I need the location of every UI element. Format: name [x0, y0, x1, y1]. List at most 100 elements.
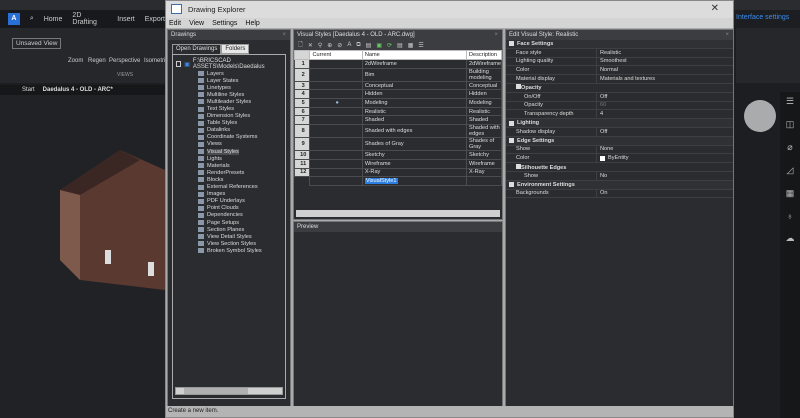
- tree-item[interactable]: View Detail Styles: [176, 233, 282, 240]
- property-row[interactable]: Backgrounds On: [506, 189, 733, 199]
- table-row[interactable]: 4 Hidden Hidden: [293, 89, 503, 100]
- blocks-icon[interactable]: ▦: [786, 188, 795, 199]
- delete-icon[interactable]: ✕: [308, 42, 313, 49]
- tab-insert[interactable]: Insert: [117, 16, 135, 23]
- cloud-icon[interactable]: ☁: [786, 233, 795, 244]
- tree-item[interactable]: Images: [176, 191, 282, 198]
- attach-icon[interactable]: ⌀: [787, 142, 792, 153]
- tab-home[interactable]: Home: [44, 16, 63, 23]
- tab-start[interactable]: Start: [22, 87, 35, 93]
- horizontal-scrollbar[interactable]: [175, 387, 283, 395]
- collapse-icon[interactable]: [509, 182, 514, 188]
- property-row[interactable]: Material display Materials and textures: [506, 75, 733, 84]
- table-row[interactable]: 1 2dWireframe 2dWireframe: [293, 59, 503, 69]
- tree-item[interactable]: RenderPresets: [176, 169, 282, 176]
- tree-item[interactable]: Page Setups: [176, 219, 282, 226]
- tree-item[interactable]: View Section Styles: [176, 240, 282, 247]
- tree-item[interactable]: Blocks: [176, 176, 282, 183]
- search-icon[interactable]: ⊕: [327, 42, 332, 49]
- tree-item[interactable]: Section Planes: [176, 226, 282, 233]
- property-category[interactable]: Silhouette Edges: [506, 163, 733, 172]
- horizontal-scrollbar[interactable]: [296, 210, 500, 217]
- tree-item[interactable]: Dependencies: [176, 212, 282, 219]
- table-row[interactable]: 8 Shaded with edges Shaded with edges: [293, 124, 503, 139]
- menu-edit[interactable]: Edit: [169, 20, 181, 27]
- tree-item[interactable]: Datalinks: [176, 127, 282, 134]
- collapse-icon[interactable]: [509, 138, 514, 144]
- property-row[interactable]: Color Normal: [506, 66, 733, 76]
- new-item-row[interactable]: VisualStyle1: [295, 176, 503, 186]
- tree-item[interactable]: Text Styles: [176, 105, 282, 112]
- tree-item[interactable]: Layer States: [176, 77, 282, 84]
- column-current[interactable]: Current: [309, 50, 363, 60]
- interface-settings-link[interactable]: Interface settings: [736, 14, 789, 21]
- tree-item[interactable]: Multileader Styles: [176, 98, 282, 105]
- column-name[interactable]: Name: [361, 50, 467, 60]
- collapse-icon[interactable]: [176, 61, 182, 67]
- details-view-icon[interactable]: ▤: [397, 42, 403, 49]
- close-icon[interactable]: ✕: [711, 3, 719, 14]
- search-icon[interactable]: ⌕: [30, 15, 34, 23]
- new-item-icon[interactable]: 🗋: [298, 40, 303, 50]
- app-menu-button[interactable]: A: [8, 13, 20, 25]
- tab-folders[interactable]: Folders: [221, 44, 250, 54]
- table-row[interactable]: 12 X-Ray X-Ray: [293, 167, 503, 178]
- tree-root[interactable]: ▣ F:\BRICSCAD ASSETS\Models\Daedalus: [176, 58, 282, 70]
- close-icon[interactable]: ×: [282, 30, 286, 40]
- tree-item[interactable]: Table Styles: [176, 120, 282, 127]
- tree-item[interactable]: Visual Styles: [176, 148, 282, 155]
- property-category[interactable]: Face Settings: [506, 40, 733, 49]
- property-row[interactable]: On/Off Off: [506, 92, 733, 102]
- refresh-icon[interactable]: ⟳: [387, 42, 392, 49]
- menu-view[interactable]: View: [189, 20, 204, 27]
- tree-item[interactable]: Layers: [176, 70, 282, 77]
- tab-export[interactable]: Export: [145, 16, 165, 23]
- tree-item[interactable]: Materials: [176, 162, 282, 169]
- tab-2d-drafting[interactable]: 2D Drafting: [72, 12, 107, 26]
- tree-item[interactable]: Dimension Styles: [176, 113, 282, 120]
- collapse-icon[interactable]: [509, 120, 514, 126]
- collapse-icon[interactable]: [509, 41, 514, 47]
- filter-icon[interactable]: ⊘: [337, 42, 342, 49]
- regen-button[interactable]: Regen: [88, 58, 106, 64]
- property-category[interactable]: Lighting: [506, 119, 733, 128]
- tree-item[interactable]: Linetypes: [176, 84, 282, 91]
- purge-icon[interactable]: ⚲: [318, 42, 322, 49]
- layers-icon[interactable]: ◫: [786, 119, 795, 130]
- property-row[interactable]: Shadow display Off: [506, 127, 733, 137]
- menu-help[interactable]: Help: [245, 20, 259, 27]
- set-current-icon[interactable]: ▣: [376, 42, 382, 49]
- table-row[interactable]: 7 Shaded Shaded: [293, 115, 503, 126]
- property-category[interactable]: Edge Settings: [506, 136, 733, 146]
- paste-icon[interactable]: ▤: [366, 42, 372, 49]
- table-row[interactable]: 10 Sketchy Sketchy: [293, 150, 503, 160]
- zoom-button[interactable]: Zoom: [68, 58, 83, 64]
- table-row[interactable]: 3 Conceptual Conceptual: [293, 80, 503, 91]
- tab-drawing[interactable]: Daedalus 4 - OLD - ARC*: [43, 87, 113, 93]
- property-row[interactable]: Show None: [506, 145, 733, 155]
- icons-view-icon[interactable]: ▦: [408, 42, 414, 49]
- view-selector[interactable]: Unsaved View: [12, 38, 62, 49]
- column-description[interactable]: Description: [465, 50, 503, 60]
- render-icon[interactable]: ♁: [787, 211, 794, 221]
- property-category[interactable]: Environment Settings: [506, 180, 733, 190]
- tree-item[interactable]: Views: [176, 141, 282, 148]
- property-row[interactable]: Opacity 60: [506, 101, 733, 111]
- rename-icon[interactable]: A: [347, 42, 351, 48]
- list-view-icon[interactable]: ☰: [418, 42, 423, 49]
- tree-item[interactable]: Point Clouds: [176, 205, 282, 212]
- table-row[interactable]: 2 Bim Building modeling: [293, 67, 503, 82]
- perspective-button[interactable]: Perspective: [109, 58, 140, 64]
- property-row[interactable]: Transparency depth 4: [506, 110, 733, 120]
- table-row[interactable]: 11 Wireframe Wireframe: [293, 158, 503, 169]
- property-row[interactable]: Show No: [506, 171, 733, 181]
- property-row[interactable]: Lighting quality Smoothest: [506, 57, 733, 67]
- tree-item[interactable]: External References: [176, 184, 282, 191]
- tab-open-drawings[interactable]: Open Drawings: [172, 44, 222, 54]
- tree-item[interactable]: Broken Symbol Styles: [176, 247, 282, 254]
- close-icon[interactable]: ×: [725, 30, 729, 40]
- draft-icon[interactable]: ◿: [787, 165, 794, 176]
- tree-item[interactable]: Coordinate Systems: [176, 134, 282, 141]
- close-icon[interactable]: ×: [494, 30, 498, 40]
- table-row[interactable]: 9 Shades of Gray Shades of Gray: [293, 137, 503, 152]
